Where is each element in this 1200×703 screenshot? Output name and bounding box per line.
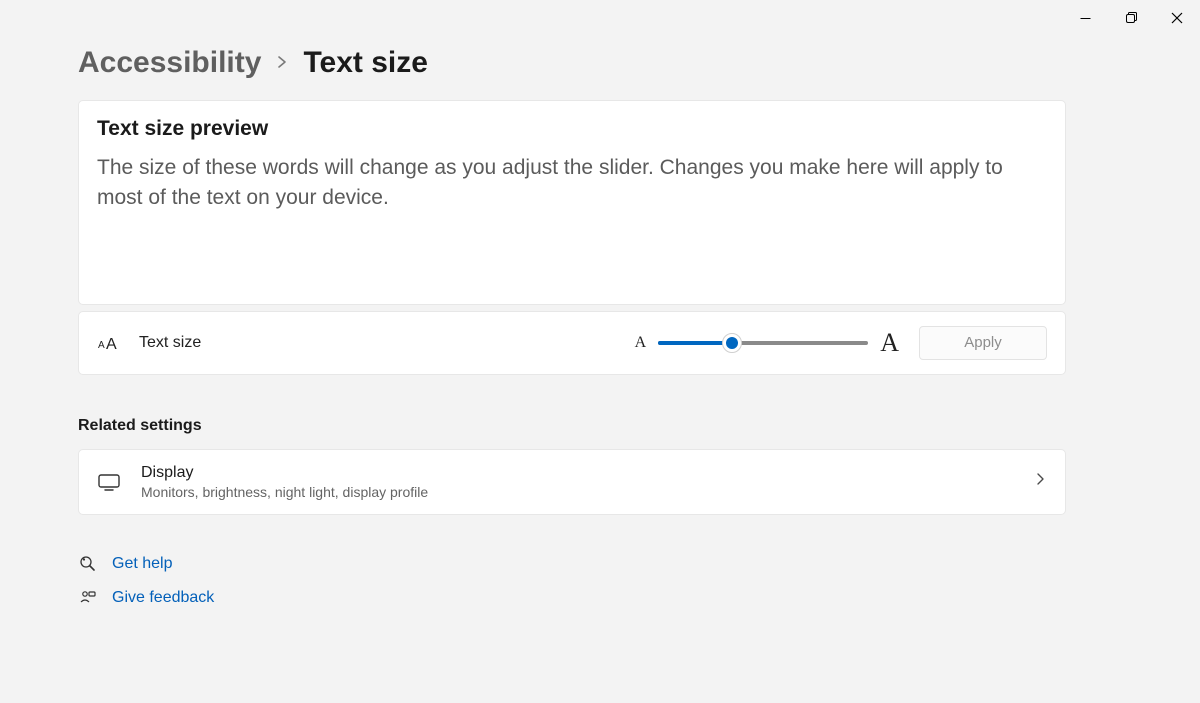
- close-button[interactable]: [1154, 4, 1200, 32]
- get-help-label: Get help: [112, 555, 172, 573]
- text-size-label: Text size: [139, 334, 201, 352]
- maximize-button[interactable]: [1108, 4, 1154, 32]
- window-controls: [1062, 0, 1200, 32]
- give-feedback-link[interactable]: Give feedback: [78, 589, 1066, 607]
- related-display-row[interactable]: Display Monitors, brightness, night ligh…: [78, 449, 1066, 515]
- breadcrumb-current: Text size: [303, 46, 428, 80]
- footer-links: Get help Give feedback: [78, 555, 1066, 607]
- apply-button[interactable]: Apply: [919, 326, 1047, 360]
- preview-title: Text size preview: [97, 117, 1047, 141]
- preview-body: The size of these words will change as y…: [97, 153, 1037, 214]
- chevron-right-icon: [277, 53, 287, 74]
- svg-text:A: A: [98, 340, 105, 351]
- get-help-link[interactable]: Get help: [78, 555, 1066, 573]
- text-size-icon: A A: [97, 334, 123, 352]
- feedback-icon: [78, 589, 98, 607]
- give-feedback-label: Give feedback: [112, 589, 214, 607]
- svg-text:A: A: [106, 336, 117, 352]
- display-icon: [95, 472, 123, 492]
- related-display-subtitle: Monitors, brightness, night light, displ…: [141, 484, 428, 500]
- chevron-right-icon: [1035, 472, 1045, 491]
- breadcrumb-parent[interactable]: Accessibility: [78, 46, 261, 80]
- related-settings-heading: Related settings: [78, 417, 1066, 435]
- help-icon: [78, 555, 98, 573]
- slider-thumb[interactable]: [722, 333, 742, 353]
- breadcrumb: Accessibility Text size: [78, 46, 1066, 80]
- slider-fill: [658, 341, 732, 345]
- minimize-button[interactable]: [1062, 4, 1108, 32]
- related-display-text: Display Monitors, brightness, night ligh…: [141, 464, 428, 500]
- related-display-title: Display: [141, 464, 428, 482]
- slider-min-marker: A: [635, 334, 647, 352]
- text-size-slider-group: A A Apply: [635, 326, 1047, 360]
- slider-max-marker: A: [880, 328, 899, 358]
- text-size-slider[interactable]: [658, 333, 868, 353]
- text-size-row: A A Text size A A Apply: [78, 311, 1066, 375]
- text-size-preview-card: Text size preview The size of these word…: [78, 100, 1066, 305]
